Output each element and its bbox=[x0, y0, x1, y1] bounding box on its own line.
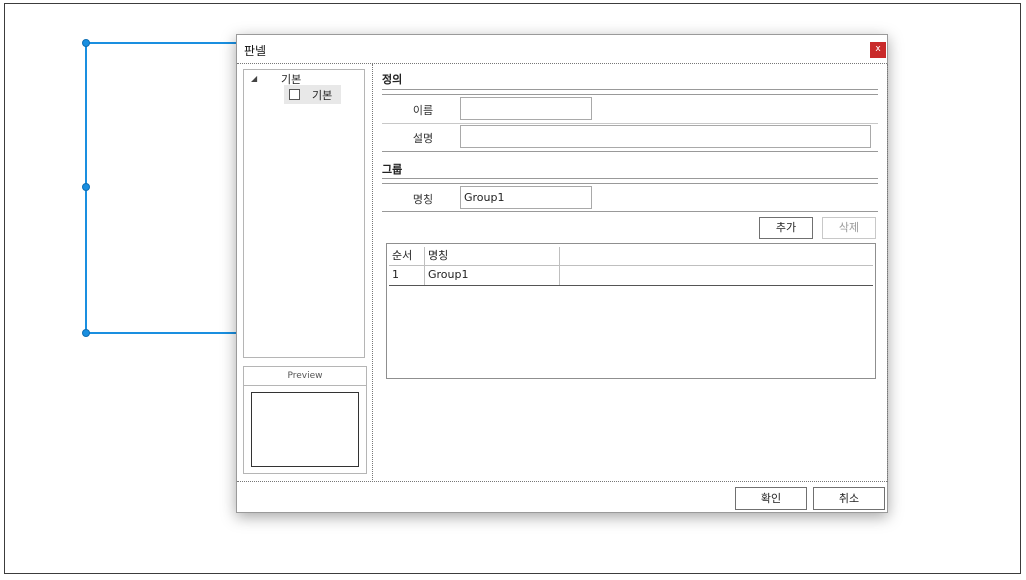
description-label: 설명 bbox=[412, 132, 434, 145]
group-name-input[interactable]: Group1 bbox=[460, 186, 592, 209]
selection-edge-top bbox=[85, 42, 237, 44]
panel-tree[interactable]: ◢ 기본 기본 bbox=[243, 69, 365, 358]
footer-divider bbox=[237, 481, 887, 483]
grid-header-name[interactable]: 명칭 bbox=[425, 247, 559, 265]
group-section-title: 그룹 bbox=[382, 163, 403, 176]
right-edge-divider bbox=[887, 64, 889, 482]
grid-column-divider bbox=[559, 266, 560, 285]
left-right-divider bbox=[372, 64, 374, 482]
grid-cell-name[interactable]: Group1 bbox=[425, 266, 559, 285]
preview-canvas bbox=[251, 392, 359, 467]
preview-title: Preview bbox=[244, 367, 366, 386]
selection-handle-middle-left[interactable] bbox=[82, 183, 90, 191]
panel-dialog: 판넬 x ◢ 기본 기본 Preview 정의 이름 설명 그룹 명칭 Grou… bbox=[236, 34, 888, 513]
grid-header-order[interactable]: 순서 bbox=[389, 247, 424, 265]
name-label: 이름 bbox=[412, 104, 434, 117]
titlebar-divider bbox=[237, 63, 887, 65]
cancel-button[interactable]: 취소 bbox=[813, 487, 885, 510]
definition-row-divider bbox=[382, 123, 878, 124]
tree-expand-icon[interactable]: ◢ bbox=[251, 74, 257, 83]
add-group-button[interactable]: 추가 bbox=[759, 217, 813, 239]
ok-button[interactable]: 확인 bbox=[735, 487, 807, 510]
group-grid[interactable]: 순서 명칭 1 Group1 bbox=[386, 243, 876, 379]
description-input[interactable] bbox=[460, 125, 871, 148]
close-button[interactable]: x bbox=[870, 42, 886, 58]
selection-edge-bottom bbox=[85, 332, 237, 334]
group-row-top bbox=[382, 183, 878, 184]
definition-row-top bbox=[382, 94, 878, 95]
grid-header: 순서 명칭 bbox=[389, 247, 873, 266]
grid-column-divider[interactable] bbox=[559, 247, 560, 265]
dialog-titlebar[interactable]: 판넬 x bbox=[237, 35, 887, 63]
delete-group-button[interactable]: 삭제 bbox=[822, 217, 876, 239]
preview-panel: Preview bbox=[243, 366, 367, 474]
definition-section-title: 정의 bbox=[382, 73, 403, 86]
table-row[interactable]: 1 Group1 bbox=[389, 266, 873, 286]
selection-handle-bottom-left[interactable] bbox=[82, 329, 90, 337]
definition-divider bbox=[382, 89, 878, 90]
dialog-title: 판넬 bbox=[244, 44, 267, 58]
tree-item-label: 기본 bbox=[312, 89, 333, 102]
group-divider bbox=[382, 178, 878, 179]
name-input[interactable] bbox=[460, 97, 592, 120]
tree-item-basic[interactable]: 기본 bbox=[284, 85, 341, 104]
group-name-label: 명칭 bbox=[412, 193, 434, 206]
definition-row-bottom bbox=[382, 151, 878, 152]
grid-cell-order[interactable]: 1 bbox=[389, 266, 424, 285]
tree-item-checkbox[interactable] bbox=[289, 89, 300, 100]
selection-handle-top-left[interactable] bbox=[82, 39, 90, 47]
group-row-bottom bbox=[382, 211, 878, 212]
